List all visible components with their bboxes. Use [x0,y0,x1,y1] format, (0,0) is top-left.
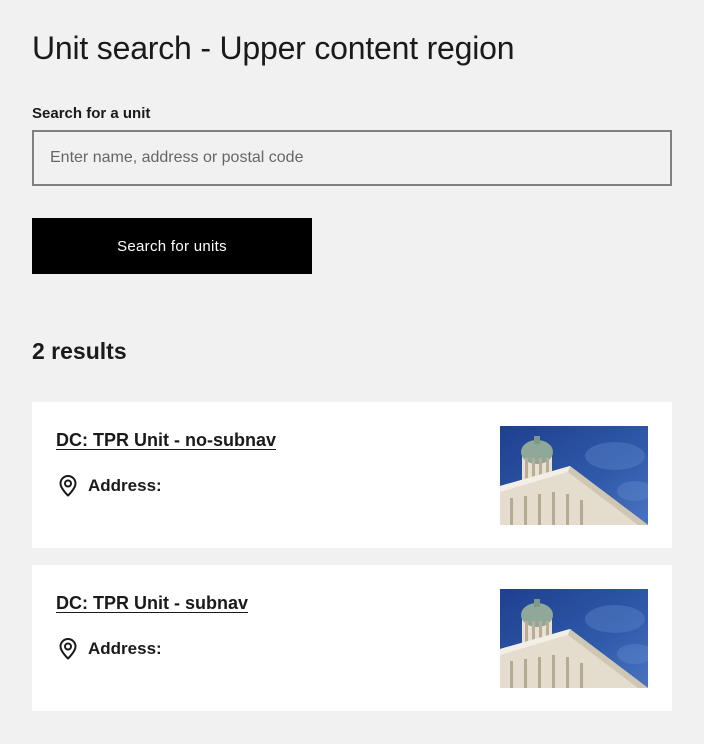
result-card: DC: TPR Unit - no-subnav Address: [32,402,672,548]
results-count: 2 results [32,338,127,364]
location-pin-icon [56,474,80,498]
location-pin-icon [56,637,80,661]
result-title-link[interactable]: DC: TPR Unit - subnav [56,593,248,614]
search-button[interactable]: Search for units [32,218,312,274]
result-title-link[interactable]: DC: TPR Unit - no-subnav [56,430,276,451]
result-image [500,589,648,688]
address-label: Address: [88,476,162,495]
address-label: Address: [88,639,162,658]
unit-search-page: Unit search - Upper content region Searc… [0,0,704,744]
result-card: DC: TPR Unit - subnav Address: [32,565,672,711]
search-input[interactable] [32,130,672,186]
result-address: Address: [56,637,162,661]
search-label: Search for a unit [32,105,151,122]
result-image [500,426,648,525]
page-title: Unit search - Upper content region [32,30,515,66]
result-address: Address: [56,474,162,498]
